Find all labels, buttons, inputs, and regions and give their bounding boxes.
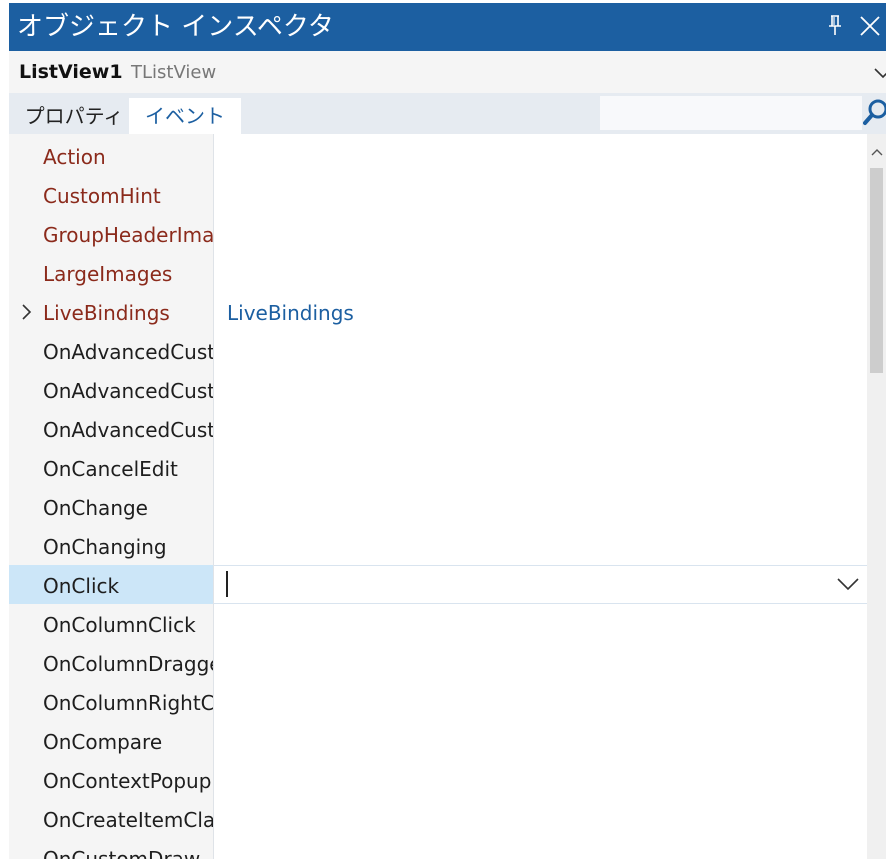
window-left-edge	[0, 0, 9, 859]
row-name: OnCustomDraw	[43, 847, 201, 859]
row-name: LargeImages	[43, 262, 173, 286]
row-name: OnCreateItemClass	[43, 808, 213, 832]
component-selector[interactable]: ListView1 TListView	[9, 51, 886, 93]
row-name: OnColumnClick	[43, 613, 196, 637]
search-icon[interactable]	[863, 98, 886, 128]
row-name: OnChange	[43, 496, 148, 520]
row-name: OnClick	[43, 574, 120, 598]
row-name: OnColumnRightClick	[43, 691, 213, 715]
grid-row-oncolumnrightclick[interactable]: OnColumnRightClick	[9, 682, 867, 721]
row-name: OnContextPopup	[43, 769, 212, 793]
scroll-up-arrow-icon[interactable]	[871, 142, 883, 156]
row-name: Action	[43, 145, 106, 169]
row-name: OnCompare	[43, 730, 163, 754]
window-title: オブジェクト インスペクタ	[17, 12, 334, 42]
grid-row-onadvancedcustomdrawitem[interactable]: OnAdvancedCustomDrawItem	[9, 370, 867, 409]
tab-events[interactable]: イベント	[129, 98, 241, 134]
grid-row-oncolumndragged[interactable]: OnColumnDragged	[9, 643, 867, 682]
vertical-scrollbar[interactable]	[867, 134, 886, 859]
grid-row-onclick[interactable]: OnClick	[9, 565, 867, 604]
grid-row-oncreateitemclass[interactable]: OnCreateItemClass	[9, 799, 867, 838]
grid-row-oncanceledit[interactable]: OnCancelEdit	[9, 448, 867, 487]
grid-row-oncolumnclick[interactable]: OnColumnClick	[9, 604, 867, 643]
chevron-down-icon[interactable]	[836, 574, 860, 594]
search-input[interactable]	[600, 96, 862, 130]
title-bar: オブジェクト インスペクタ	[9, 3, 886, 51]
event-grid: Action CustomHint GroupHeaderImages Larg…	[9, 134, 867, 859]
grid-row-onadvancedcustomdraw[interactable]: OnAdvancedCustomDraw	[9, 331, 867, 370]
row-name: OnCancelEdit	[43, 457, 178, 481]
row-name: OnChanging	[43, 535, 167, 559]
close-icon[interactable]	[857, 13, 883, 39]
grid-row-oncompare[interactable]: OnCompare	[9, 721, 867, 760]
scrollbar-thumb[interactable]	[870, 168, 883, 373]
grid-row-oncontextpopup[interactable]: OnContextPopup	[9, 760, 867, 799]
component-name: ListView1	[19, 61, 123, 83]
grid-row-largeimages[interactable]: LargeImages	[9, 253, 867, 292]
row-name: OnAdvancedCustomDrawSubItem	[43, 418, 213, 442]
row-name: LiveBindings	[43, 301, 170, 325]
grid-row-action[interactable]: Action	[9, 136, 867, 175]
chevron-down-icon[interactable]	[873, 63, 886, 83]
grid-row-livebindings[interactable]: LiveBindings LiveBindings	[9, 292, 867, 331]
row-name: OnColumnDragged	[43, 652, 213, 676]
pin-icon[interactable]	[823, 13, 847, 39]
grid-row-oncustomdraw[interactable]: OnCustomDraw	[9, 838, 867, 859]
grid-row-onchange[interactable]: OnChange	[9, 487, 867, 526]
grid-row-groupheaderimages[interactable]: GroupHeaderImages	[9, 214, 867, 253]
row-name: CustomHint	[43, 184, 161, 208]
text-caret	[226, 571, 228, 597]
grid-row-onchanging[interactable]: OnChanging	[9, 526, 867, 565]
grid-row-onadvancedcustomdrawsubitem[interactable]: OnAdvancedCustomDrawSubItem	[9, 409, 867, 448]
grid-row-customhint[interactable]: CustomHint	[9, 175, 867, 214]
event-handler-combobox[interactable]	[214, 565, 867, 604]
component-type: TListView	[131, 62, 217, 83]
row-name: GroupHeaderImages	[43, 223, 213, 247]
row-name: OnAdvancedCustomDraw	[43, 340, 213, 364]
row-value[interactable]: LiveBindings	[227, 292, 354, 334]
row-name: OnAdvancedCustomDrawItem	[43, 379, 213, 403]
tab-bar: プロパティ イベント	[9, 93, 886, 134]
chevron-right-icon[interactable]	[19, 303, 33, 321]
tab-properties[interactable]: プロパティ	[19, 98, 129, 134]
